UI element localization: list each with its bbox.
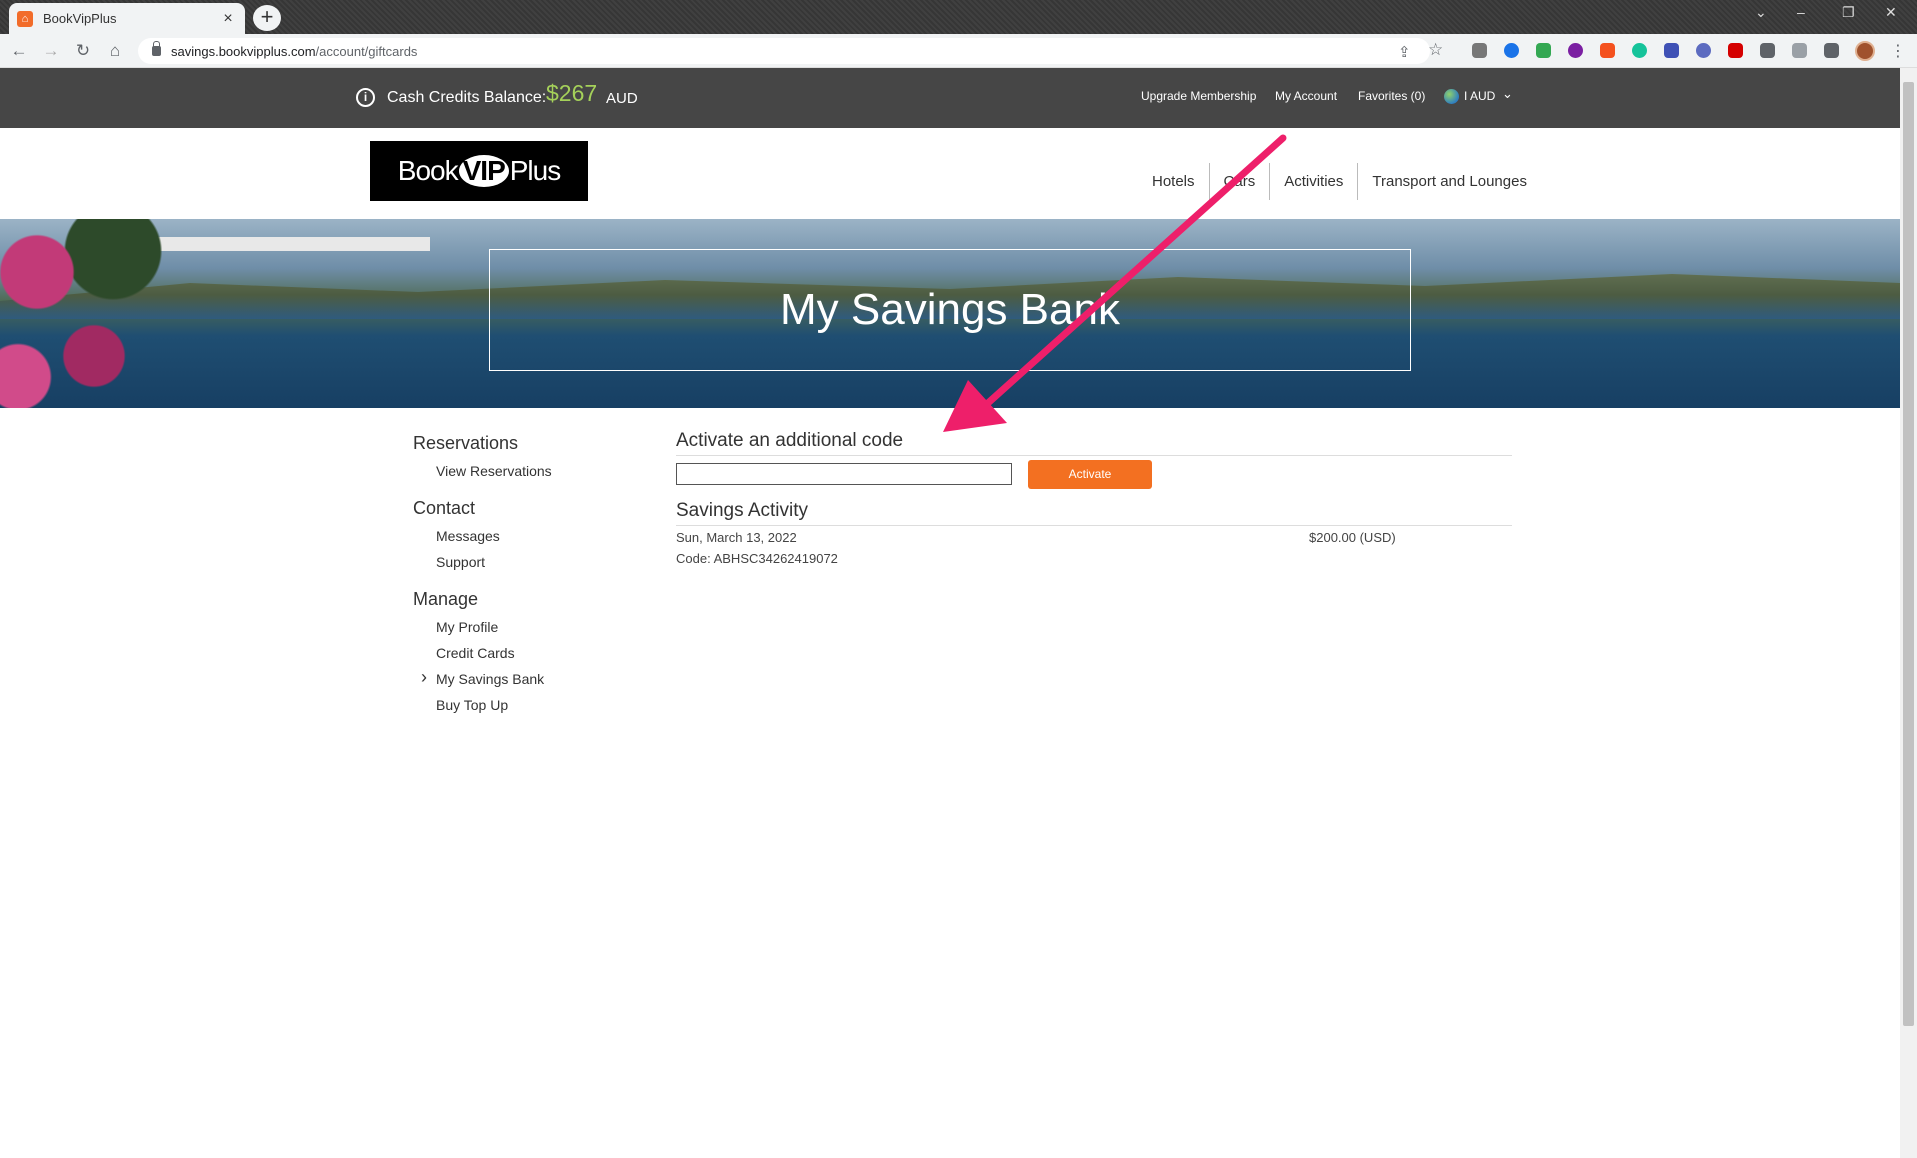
extension-icon[interactable] (1568, 43, 1583, 58)
scrollbar-thumb[interactable] (1903, 82, 1914, 1026)
reload-icon[interactable]: ↻ (72, 40, 94, 62)
savings-activity-heading: Savings Activity (676, 500, 1512, 526)
sidebar-item-support[interactable]: Support (413, 549, 633, 575)
tab-title: BookVipPlus (43, 11, 117, 26)
balance-amount: $267 (546, 80, 598, 106)
bookvipplus-logo[interactable]: Book VIP Plus (370, 141, 588, 201)
hero-banner: My Savings Bank (0, 219, 1900, 408)
activate-code-form: Activate (676, 458, 1512, 490)
activity-date: Sun, March 13, 2022 (676, 530, 797, 545)
extension-icon[interactable] (1664, 43, 1679, 58)
page-title: My Savings Bank (780, 285, 1120, 334)
share-icon[interactable]: ⇪ (1398, 43, 1411, 61)
logo-text-vip: VIP (458, 155, 509, 187)
extensions-puzzle-icon[interactable] (1760, 43, 1775, 58)
url-host: savings.bookvipplus.com (171, 43, 316, 59)
side-panel-icon[interactable] (1824, 43, 1839, 58)
activate-button[interactable]: Activate (1028, 459, 1152, 489)
minimize-icon[interactable]: – (1797, 4, 1805, 20)
sidebar-item-buy-top-up[interactable]: Buy Top Up (413, 692, 633, 718)
home-icon[interactable]: ⌂ (104, 40, 126, 62)
browser-tab[interactable]: ⌂ BookVipPlus × (9, 3, 245, 34)
code-input[interactable] (676, 463, 1012, 485)
globe-icon (1444, 89, 1459, 104)
favorites-link[interactable]: Favorites (0) (1358, 89, 1425, 103)
my-account-link[interactable]: My Account (1275, 89, 1337, 103)
sidebar-item-credit-cards[interactable]: Credit Cards (413, 640, 633, 666)
savings-bank-content: Activate an additional code Activate Sav… (676, 430, 1512, 568)
extension-icon[interactable] (1728, 43, 1743, 58)
hero-title-box: My Savings Bank (489, 249, 1411, 371)
browser-tab-strip: ⌂ BookVipPlus × + ⌄ – ❐ ✕ (0, 0, 1917, 34)
extension-icon[interactable] (1600, 43, 1615, 58)
sidebar-group-reservations: Reservations View Reservations (413, 433, 633, 484)
upgrade-membership-link[interactable]: Upgrade Membership (1141, 89, 1256, 103)
logo-text-book: Book (397, 155, 459, 186)
site-favicon-icon: ⌂ (17, 10, 33, 27)
lock-icon (152, 41, 161, 56)
balance-currency: AUD (606, 90, 638, 107)
extension-icon[interactable] (1504, 43, 1519, 58)
sidebar-heading: Reservations (413, 433, 519, 453)
account-topbar: i Cash Credits Balance: $267 AUD Upgrade… (0, 68, 1900, 128)
main-nav: Hotels Cars Activities Transport and Lou… (1138, 163, 1541, 200)
browser-menu-icon[interactable]: ⋮ (1890, 41, 1906, 61)
extension-icon[interactable] (1632, 43, 1647, 58)
nav-transport-lounges[interactable]: Transport and Lounges (1357, 163, 1541, 200)
sidebar-item-my-savings-bank[interactable]: My Savings Bank (413, 666, 633, 692)
chevron-down-icon[interactable]: ⌄ (1502, 86, 1513, 102)
info-icon[interactable]: i (356, 88, 375, 107)
sidebar-heading: Contact (413, 498, 476, 518)
address-bar[interactable]: savings.bookvipplus.com /account/giftcar… (138, 38, 1443, 64)
sidebar-group-manage: Manage My Profile Credit Cards My Saving… (413, 589, 633, 718)
extension-icon[interactable] (1696, 43, 1711, 58)
activity-row: Sun, March 13, 2022 Code: ABHSC342624190… (676, 526, 1512, 568)
extension-icon[interactable] (1472, 43, 1487, 58)
nav-activities[interactable]: Activities (1269, 163, 1357, 200)
site-header: Book VIP Plus Hotels Cars Activities Tra… (0, 128, 1900, 219)
nav-cars[interactable]: Cars (1208, 163, 1270, 200)
balance-label: Cash Credits Balance: (387, 89, 547, 106)
sidebar-item-my-profile[interactable]: My Profile (413, 614, 633, 640)
browser-toolbar: ← → ↻ ⌂ savings.bookvipplus.com /account… (0, 34, 1917, 68)
sidebar-item-view-reservations[interactable]: View Reservations (413, 458, 633, 484)
close-tab-icon[interactable]: × (219, 10, 237, 28)
activity-code: Code: ABHSC34262419072 (676, 551, 838, 566)
url-path: /account/giftcards (315, 43, 418, 59)
hero-terrace-image (130, 237, 430, 251)
account-sidebar: Reservations View Reservations Contact M… (413, 433, 633, 732)
forward-icon[interactable]: → (40, 40, 62, 62)
logo-text-plus: Plus (509, 155, 561, 186)
back-icon[interactable]: ← (8, 40, 30, 62)
reading-list-icon[interactable] (1792, 43, 1807, 58)
close-window-icon[interactable]: ✕ (1885, 4, 1897, 21)
profile-avatar[interactable] (1855, 41, 1875, 61)
page-viewport: i Cash Credits Balance: $267 AUD Upgrade… (0, 68, 1900, 1158)
activate-code-heading: Activate an additional code (676, 430, 1512, 456)
restore-icon[interactable]: ❐ (1842, 4, 1855, 21)
new-tab-button[interactable]: + (253, 5, 281, 31)
sidebar-item-messages[interactable]: Messages (413, 523, 633, 549)
sidebar-heading: Manage (413, 589, 479, 609)
activity-amount: $200.00 (USD) (1309, 530, 1396, 545)
tab-search-icon[interactable]: ⌄ (1755, 4, 1767, 21)
hero-flowers-image (0, 219, 170, 408)
sidebar-group-contact: Contact Messages Support (413, 498, 633, 575)
nav-hotels[interactable]: Hotels (1138, 163, 1209, 200)
page-scrollbar[interactable] (1900, 68, 1917, 1158)
extension-icon[interactable] (1536, 43, 1551, 58)
currency-selector[interactable]: I AUD (1464, 89, 1495, 103)
bookmark-star-icon[interactable]: ☆ (1428, 40, 1443, 60)
